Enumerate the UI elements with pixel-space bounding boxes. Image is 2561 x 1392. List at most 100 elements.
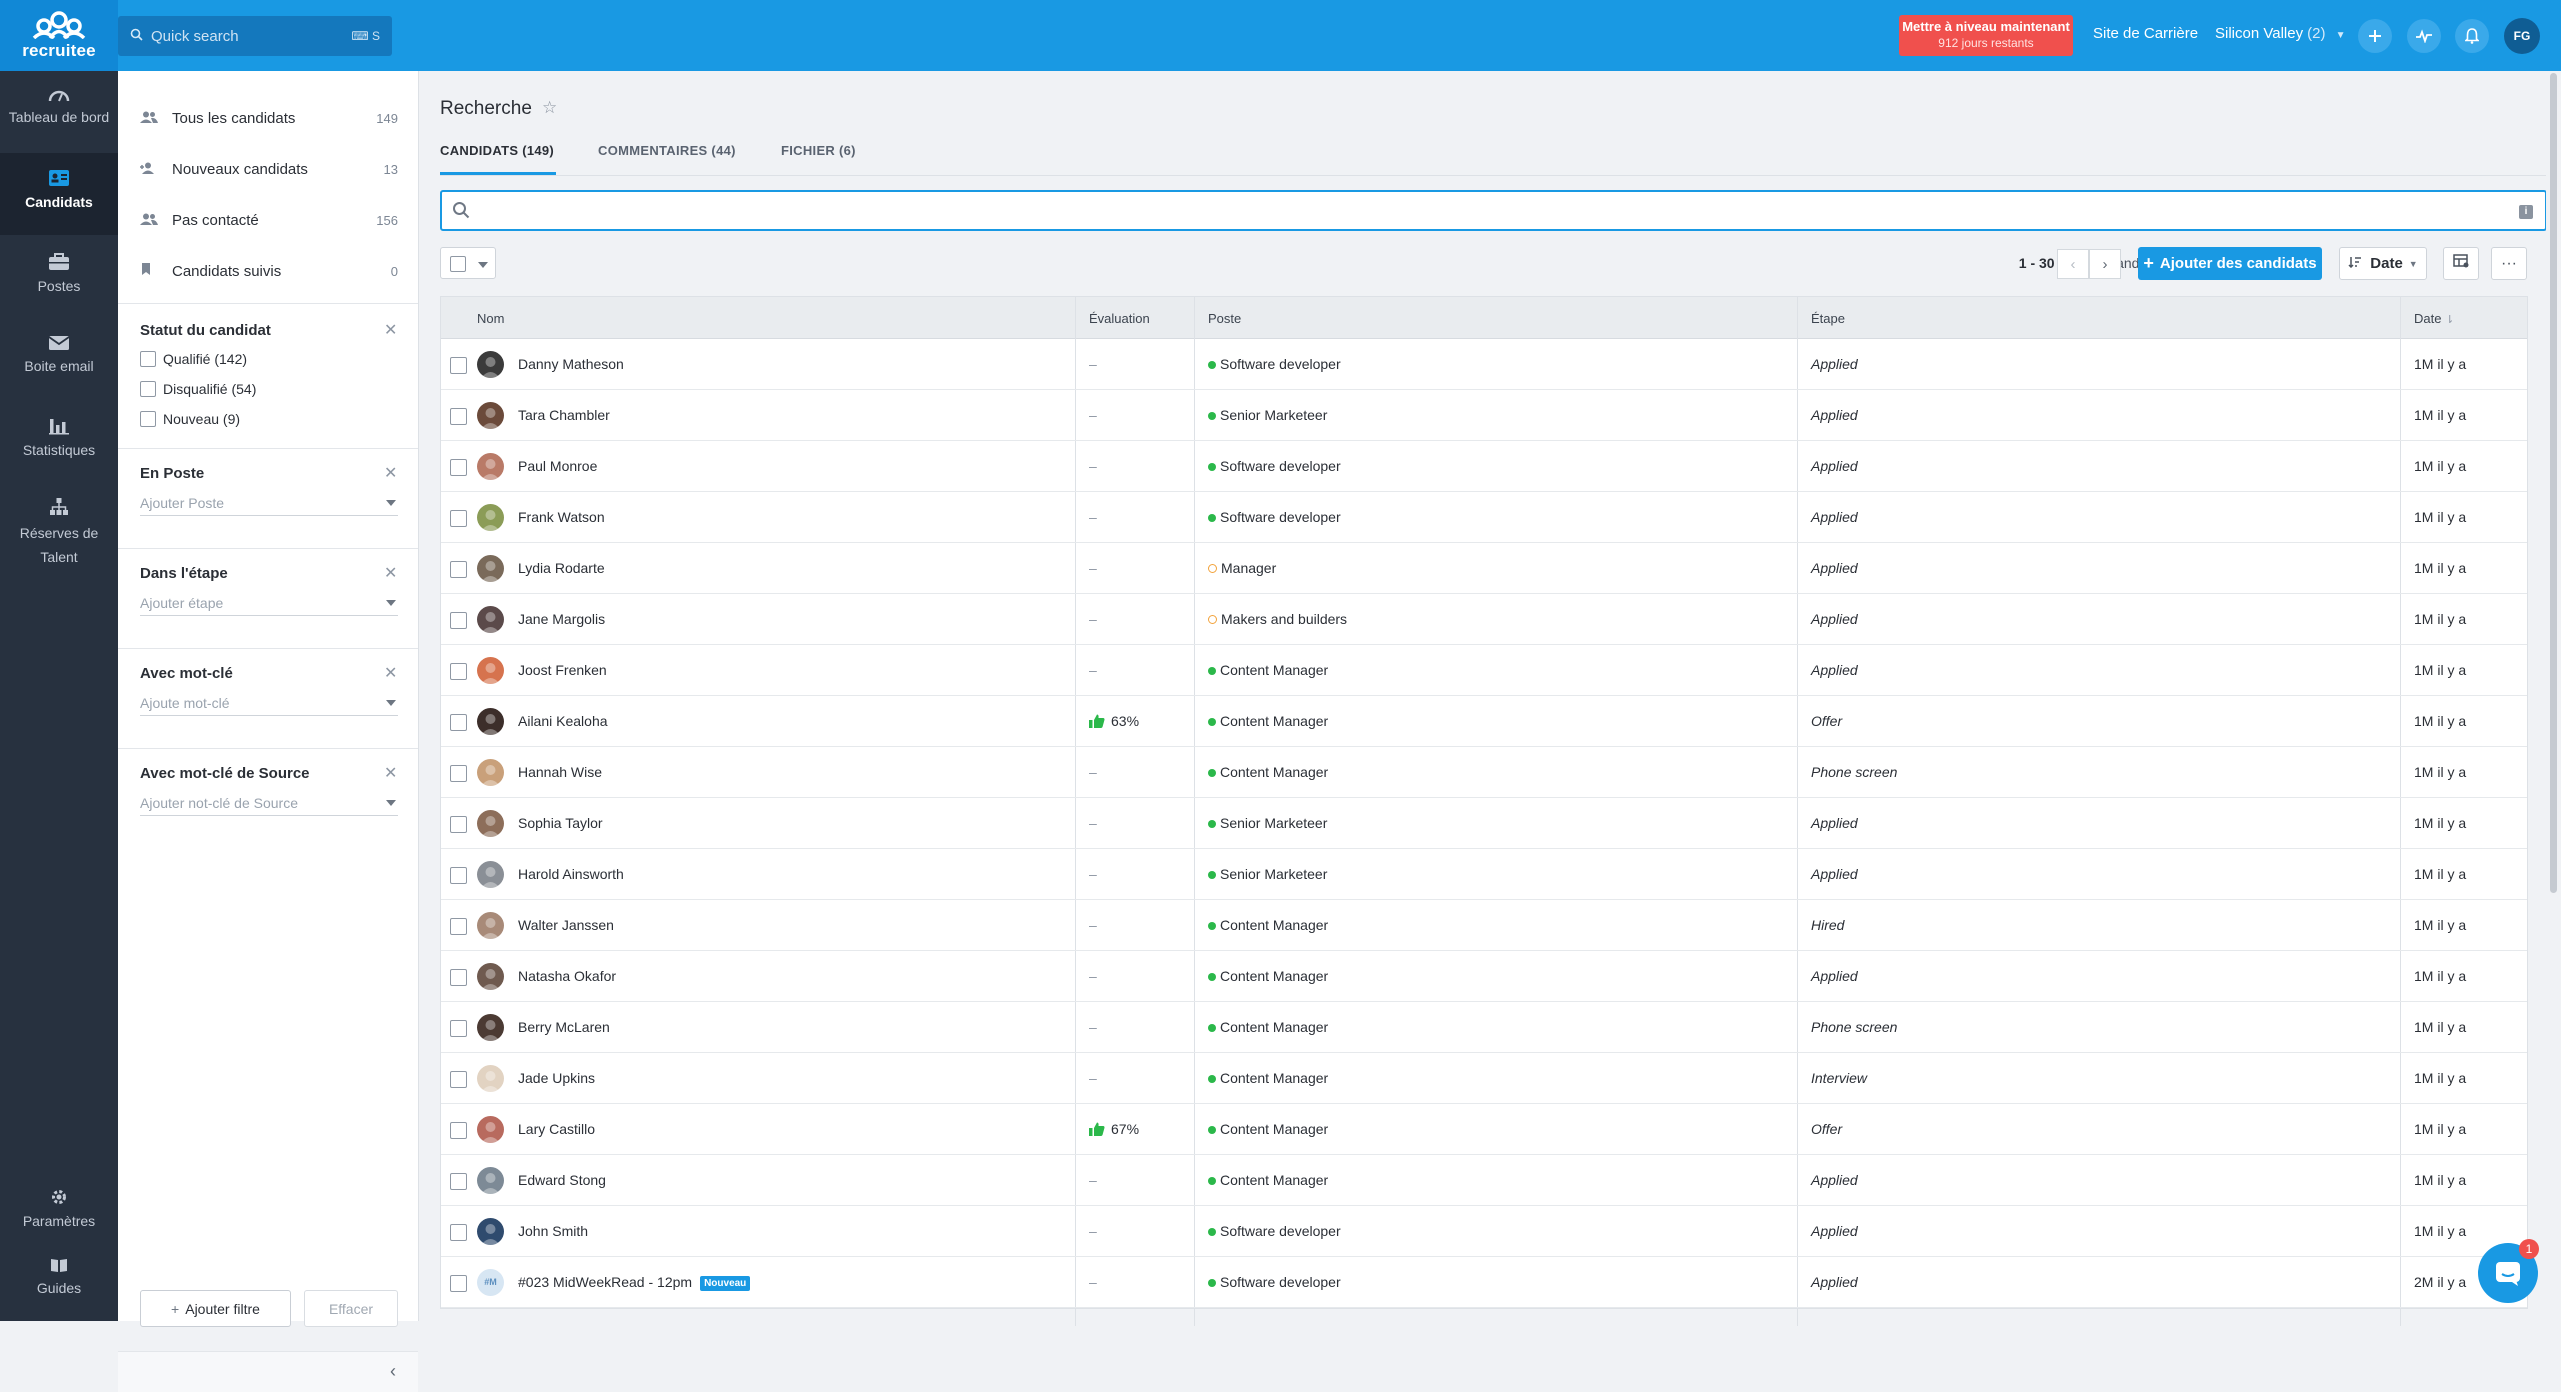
nav-inbox[interactable]: Boite email	[0, 335, 118, 395]
select-all-dropdown[interactable]	[440, 247, 496, 279]
avatar[interactable]	[477, 1116, 504, 1143]
table-row[interactable]: Natasha Okafor – Content Manager Applied 1M …	[441, 951, 2527, 1002]
candidate-name[interactable]: #023 MidWeekRead - 12pm Nouveau	[518, 1274, 751, 1291]
table-row[interactable]: Jane Margolis – Makers and builders Applied…	[441, 594, 2527, 645]
tab-files[interactable]: FICHIER (6)	[781, 143, 856, 158]
avatar[interactable]	[477, 555, 504, 582]
next-page-button[interactable]: ›	[2089, 249, 2121, 279]
nav-jobs[interactable]: Postes	[0, 253, 118, 313]
candidate-name[interactable]: Danny Matheson	[518, 356, 624, 372]
table-row[interactable]: Joost Frenken – Content Manager Applied 1M i…	[441, 645, 2527, 696]
job-cell[interactable]: Software developer	[1208, 458, 1341, 474]
row-checkbox[interactable]	[450, 1275, 467, 1292]
close-icon[interactable]: ✕	[384, 563, 397, 583]
column-header-job[interactable]: Poste	[1208, 311, 1241, 326]
candidate-name[interactable]: Walter Janssen	[518, 917, 614, 933]
candidate-name[interactable]: Ailani Kealoha	[518, 713, 608, 729]
avatar[interactable]	[477, 912, 504, 939]
candidate-name[interactable]: Jade Upkins	[518, 1070, 595, 1086]
job-cell[interactable]: Content Manager	[1208, 713, 1328, 729]
bell-icon[interactable]	[2455, 19, 2489, 53]
candidate-name[interactable]: Tara Chambler	[518, 407, 610, 423]
avatar[interactable]: #M	[477, 1269, 504, 1296]
column-header-name[interactable]: Nom	[477, 311, 504, 326]
avatar[interactable]	[477, 963, 504, 990]
list-followed-candidates[interactable]: Candidats suivis 0	[140, 256, 398, 286]
job-cell[interactable]: Senior Marketeer	[1208, 815, 1327, 831]
status-disqualified-checkbox[interactable]: Disqualifié (54)	[140, 381, 256, 397]
candidate-name[interactable]: Frank Watson	[518, 509, 605, 525]
nav-candidates[interactable]: Candidats	[0, 153, 118, 235]
candidate-name[interactable]: Jane Margolis	[518, 611, 605, 627]
row-checkbox[interactable]	[450, 459, 467, 476]
table-row[interactable]: Hannah Wise – Content Manager Phone screen 1…	[441, 747, 2527, 798]
scrollbar-thumb[interactable]	[2550, 73, 2557, 893]
table-row[interactable]: Jade Upkins – Content Manager Interview 1M i…	[441, 1053, 2527, 1104]
star-icon[interactable]: ☆	[542, 98, 557, 118]
job-cell[interactable]: Software developer	[1208, 509, 1341, 525]
candidate-name[interactable]: Berry McLaren	[518, 1019, 610, 1035]
avatar[interactable]	[477, 351, 504, 378]
avatar[interactable]	[477, 1014, 504, 1041]
nav-talent-pools[interactable]: Réserves de Talent	[0, 484, 118, 569]
status-new-checkbox[interactable]: Nouveau (9)	[140, 411, 240, 427]
row-checkbox[interactable]	[450, 1224, 467, 1241]
candidate-name[interactable]: Lary Castillo	[518, 1121, 595, 1137]
avatar[interactable]	[477, 606, 504, 633]
table-row[interactable]: Ailani Kealoha 63% Content Manager Offer 1M …	[441, 696, 2527, 747]
job-cell[interactable]: Content Manager	[1208, 1070, 1328, 1086]
row-checkbox[interactable]	[450, 357, 467, 374]
candidate-name[interactable]: Edward Stong	[518, 1172, 606, 1188]
info-icon[interactable]: i	[2519, 205, 2533, 219]
avatar[interactable]	[477, 453, 504, 480]
candidate-name[interactable]: Sophia Taylor	[518, 815, 603, 831]
job-cell[interactable]: Content Manager	[1208, 1172, 1328, 1188]
collapse-panel-bar[interactable]: ‹	[118, 1351, 418, 1392]
row-checkbox[interactable]	[450, 408, 467, 425]
table-row[interactable]: Paul Monroe – Software developer Applied 1M …	[441, 441, 2527, 492]
table-row[interactable]: Lary Castillo 67% Content Manager Offer 1M i…	[441, 1104, 2527, 1155]
tab-comments[interactable]: COMMENTAIRES (44)	[598, 143, 736, 158]
close-icon[interactable]: ✕	[384, 463, 397, 483]
row-checkbox[interactable]	[450, 1071, 467, 1088]
column-header-stage[interactable]: Étape	[1811, 311, 1845, 326]
candidate-search-input[interactable]: i	[440, 190, 2547, 231]
list-new-candidates[interactable]: Nouveaux candidats 13	[140, 154, 398, 184]
source-keyword-select[interactable]: Ajouter not-clé de Source	[140, 790, 398, 816]
avatar[interactable]	[477, 1218, 504, 1245]
job-cell[interactable]: Content Manager	[1208, 917, 1328, 933]
upgrade-button[interactable]: Mettre à niveau maintenant 912 jours res…	[1899, 15, 2073, 56]
prev-page-button[interactable]: ‹	[2057, 249, 2089, 279]
nav-dashboard[interactable]: Tableau de bord	[0, 88, 118, 150]
job-cell[interactable]: Content Manager	[1208, 662, 1328, 678]
table-row[interactable]: Harold Ainsworth – Senior Marketeer Applied…	[441, 849, 2527, 900]
candidate-name[interactable]: Lydia Rodarte	[518, 560, 605, 576]
checkbox[interactable]	[140, 381, 156, 397]
career-site-link[interactable]: Site de Carrière	[2093, 25, 2198, 42]
avatar[interactable]	[477, 1167, 504, 1194]
table-row[interactable]: Berry McLaren – Content Manager Phone scree…	[441, 1002, 2527, 1053]
job-select[interactable]: Ajouter Poste	[140, 490, 398, 516]
nav-statistics[interactable]: Statistiques	[0, 417, 118, 477]
nav-settings[interactable]: Paramètres	[0, 1188, 118, 1238]
column-header-date[interactable]: Date ⇂	[2414, 311, 2454, 326]
row-checkbox[interactable]	[450, 1122, 467, 1139]
add-candidates-button[interactable]: + Ajouter des candidats	[2138, 247, 2322, 280]
recruitee-logo[interactable]: recruitee	[0, 0, 118, 71]
add-filter-button[interactable]: + Ajouter filtre	[140, 1290, 291, 1327]
candidate-name[interactable]: Hannah Wise	[518, 764, 602, 780]
close-icon[interactable]: ✕	[384, 320, 397, 340]
table-row[interactable]: #M #023 MidWeekRead - 12pm Nouveau – Softwar…	[441, 1257, 2527, 1308]
row-checkbox[interactable]	[450, 663, 467, 680]
checkbox[interactable]	[140, 411, 156, 427]
candidate-name[interactable]: Harold Ainsworth	[518, 866, 624, 882]
candidate-name[interactable]: Paul Monroe	[518, 458, 597, 474]
table-row[interactable]: Tara Chambler – Senior Marketeer Applied 1M …	[441, 390, 2527, 441]
table-row[interactable]: Danny Matheson – Software developer Applied…	[441, 339, 2527, 390]
job-cell[interactable]: Content Manager	[1208, 1019, 1328, 1035]
avatar[interactable]	[477, 657, 504, 684]
add-icon[interactable]	[2358, 19, 2392, 53]
avatar[interactable]	[477, 708, 504, 735]
avatar[interactable]	[477, 759, 504, 786]
table-row[interactable]: John Smith – Software developer Applied 1M i…	[441, 1206, 2527, 1257]
